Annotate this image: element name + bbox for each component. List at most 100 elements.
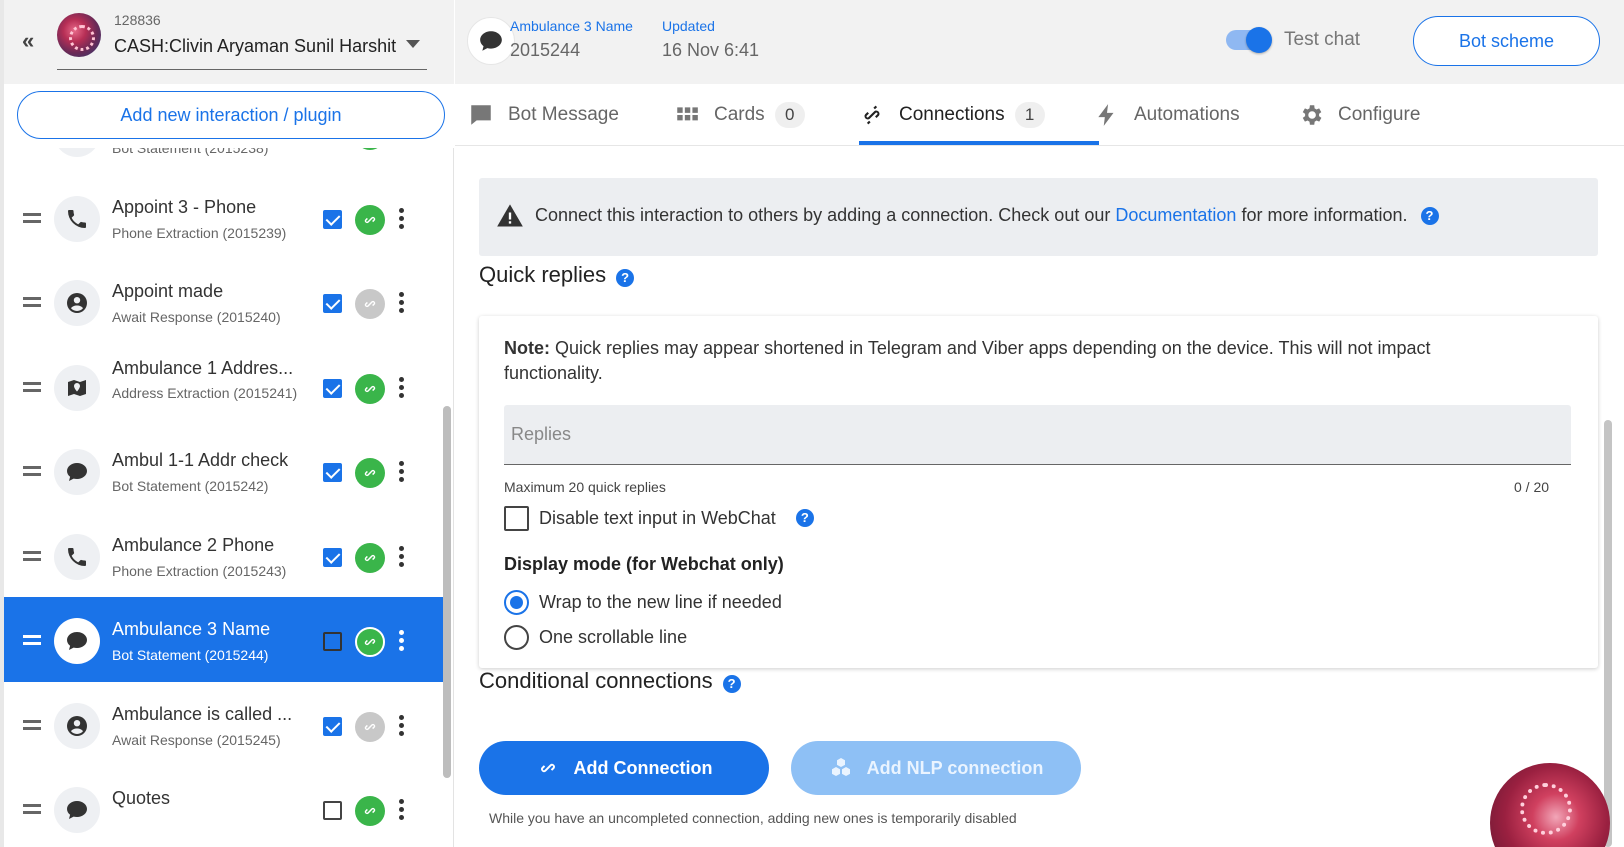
bot-selector[interactable]: CASH:Clivin Aryaman Sunil Harshit bbox=[114, 36, 404, 57]
link-icon[interactable] bbox=[355, 458, 385, 488]
bot-avatar bbox=[57, 13, 101, 57]
chat-icon bbox=[54, 787, 100, 833]
test-chat-toggle[interactable] bbox=[1226, 27, 1272, 53]
bot-id: 128836 bbox=[114, 12, 161, 28]
help-icon[interactable]: ? bbox=[1420, 207, 1439, 225]
interaction-list-item[interactable]: Quotes bbox=[4, 766, 444, 847]
tab-label: Bot Message bbox=[508, 104, 619, 125]
drag-handle-icon[interactable] bbox=[23, 297, 41, 309]
interaction-list-item[interactable]: Ambulance 2 Phone Phone Extraction (20152… bbox=[4, 512, 444, 601]
interaction-id: 2015244 bbox=[510, 40, 581, 60]
display-mode-wrap-option[interactable]: Wrap to the new line if needed bbox=[504, 589, 782, 615]
conditional-connections-title: Conditional connections? bbox=[479, 668, 741, 694]
interaction-checkbox[interactable] bbox=[323, 294, 342, 313]
drag-handle-icon[interactable] bbox=[23, 466, 41, 478]
more-options-icon[interactable] bbox=[398, 799, 404, 821]
link-icon[interactable] bbox=[355, 796, 385, 826]
interaction-checkbox[interactable] bbox=[323, 378, 342, 398]
add-nlp-connection-label: Add NLP connection bbox=[866, 757, 1044, 778]
interaction-list-item[interactable]: Appoint made Await Response (2015240) bbox=[4, 259, 444, 347]
interaction-subtitle: Phone Extraction (2015239) bbox=[112, 224, 287, 241]
disable-text-input-checkbox[interactable] bbox=[504, 505, 529, 531]
display-mode-scroll-option[interactable]: One scrollable line bbox=[504, 624, 687, 650]
interaction-checkbox[interactable] bbox=[323, 801, 342, 820]
interaction-name-label: Ambulance 3 Name bbox=[510, 18, 633, 34]
more-options-icon[interactable] bbox=[398, 207, 404, 230]
main-panel: Ambulance 3 Name 2015244 Updated 16 Nov … bbox=[455, 0, 1624, 847]
sidebar-header: « 128836 CASH:Clivin Aryaman Sunil Harsh… bbox=[0, 0, 454, 84]
interaction-subtitle: Bot Statement (2015244) bbox=[112, 647, 269, 663]
display-mode-scroll-label: One scrollable line bbox=[539, 626, 688, 647]
display-mode-title: Display mode (for Webchat only) bbox=[504, 554, 784, 574]
add-nlp-connection-button[interactable]: Add NLP connection bbox=[791, 741, 1081, 795]
help-icon[interactable]: ? bbox=[722, 675, 741, 693]
tab-automations[interactable]: Automations bbox=[1094, 84, 1240, 146]
tab-bot-message[interactable]: Bot Message bbox=[468, 84, 619, 146]
chevron-down-icon[interactable] bbox=[406, 40, 420, 48]
interaction-checkbox[interactable] bbox=[323, 632, 342, 651]
link-icon[interactable] bbox=[355, 711, 385, 742]
interaction-checkbox[interactable] bbox=[323, 547, 342, 567]
drag-handle-icon[interactable] bbox=[23, 635, 41, 647]
interaction-title: Ambulance 3 Name bbox=[112, 619, 271, 639]
interaction-title: Ambulance 2 Phone bbox=[112, 534, 275, 555]
interaction-list-item[interactable]: Ambulance 1 Addres... Address Extraction … bbox=[4, 343, 444, 432]
link-icon[interactable] bbox=[355, 289, 385, 319]
interaction-list-item[interactable]: Ambul 1-1 Addr check Bot Statement (20152… bbox=[4, 428, 444, 516]
tab-cards[interactable]: Cards 0 bbox=[674, 84, 805, 146]
more-options-icon[interactable] bbox=[398, 376, 404, 399]
chat-icon bbox=[54, 449, 100, 495]
documentation-link[interactable]: Documentation bbox=[1115, 205, 1236, 225]
note-label: Note: bbox=[504, 338, 550, 358]
more-options-icon[interactable] bbox=[398, 461, 404, 483]
link-icon[interactable] bbox=[355, 627, 385, 657]
disable-text-input-label: Disable text input in WebChat bbox=[539, 507, 776, 528]
quick-replies-title-text: Quick replies bbox=[479, 262, 607, 287]
interaction-subtitle: Await Response (2015245) bbox=[112, 731, 281, 748]
tab-count: 0 bbox=[774, 102, 805, 128]
note-text: Quick replies may appear shortened in Te… bbox=[504, 338, 1431, 383]
add-connection-button[interactable]: Add Connection bbox=[479, 741, 769, 795]
interaction-checkbox[interactable] bbox=[323, 716, 342, 736]
active-tab-indicator bbox=[859, 141, 1099, 145]
drag-handle-icon[interactable] bbox=[23, 381, 41, 394]
link-icon bbox=[540, 763, 555, 773]
tab-count: 1 bbox=[1014, 102, 1045, 128]
help-icon[interactable]: ? bbox=[616, 269, 635, 287]
tab-label: Connections bbox=[899, 104, 1005, 125]
drag-handle-icon[interactable] bbox=[23, 804, 41, 816]
help-icon[interactable]: ? bbox=[795, 509, 814, 527]
collapse-icon[interactable]: « bbox=[22, 30, 44, 52]
more-options-icon[interactable] bbox=[398, 292, 404, 314]
sidebar-scrollbar[interactable] bbox=[443, 406, 451, 778]
disable-text-input-option[interactable]: Disable text input in WebChat ? bbox=[504, 505, 814, 531]
display-mode-scroll-radio[interactable] bbox=[504, 624, 529, 650]
interaction-list-item[interactable]: Ambulance is called ... Await Response (2… bbox=[4, 681, 444, 770]
bot-scheme-button[interactable]: Bot scheme bbox=[1413, 16, 1600, 66]
interaction-title: Appoint made bbox=[112, 281, 224, 301]
replies-input[interactable] bbox=[504, 405, 1571, 464]
interaction-checkbox[interactable] bbox=[323, 463, 342, 482]
link-icon[interactable] bbox=[355, 542, 385, 573]
tab-connections[interactable]: Connections 1 bbox=[859, 84, 1045, 146]
link-icon[interactable] bbox=[355, 204, 385, 235]
drag-handle-icon[interactable] bbox=[23, 550, 41, 563]
main-scrollbar[interactable] bbox=[1604, 420, 1612, 847]
interaction-list-item[interactable]: Ambulance 3 Name Bot Statement (2015244) bbox=[4, 597, 444, 685]
connection-disabled-note: While you have an uncompleted connection… bbox=[489, 810, 1017, 826]
link-icon[interactable] bbox=[355, 148, 385, 150]
interaction-checkbox[interactable] bbox=[323, 209, 342, 229]
more-options-icon[interactable] bbox=[398, 545, 404, 568]
link-icon[interactable] bbox=[355, 373, 385, 404]
tab-configure[interactable]: Configure bbox=[1298, 84, 1420, 146]
more-options-icon[interactable] bbox=[398, 630, 404, 652]
display-mode-wrap-radio[interactable] bbox=[504, 589, 529, 615]
replies-field[interactable] bbox=[504, 405, 1571, 465]
drag-handle-icon[interactable] bbox=[23, 719, 41, 732]
drag-handle-icon[interactable] bbox=[23, 212, 41, 225]
more-options-icon[interactable] bbox=[398, 714, 404, 737]
add-interaction-button[interactable]: Add new interaction / plugin bbox=[17, 91, 445, 139]
warning-icon bbox=[497, 204, 523, 227]
interaction-list-item[interactable]: Bot Statement (2015238) bbox=[4, 148, 444, 178]
interaction-list-item[interactable]: Appoint 3 - Phone Phone Extraction (20152… bbox=[4, 174, 444, 263]
